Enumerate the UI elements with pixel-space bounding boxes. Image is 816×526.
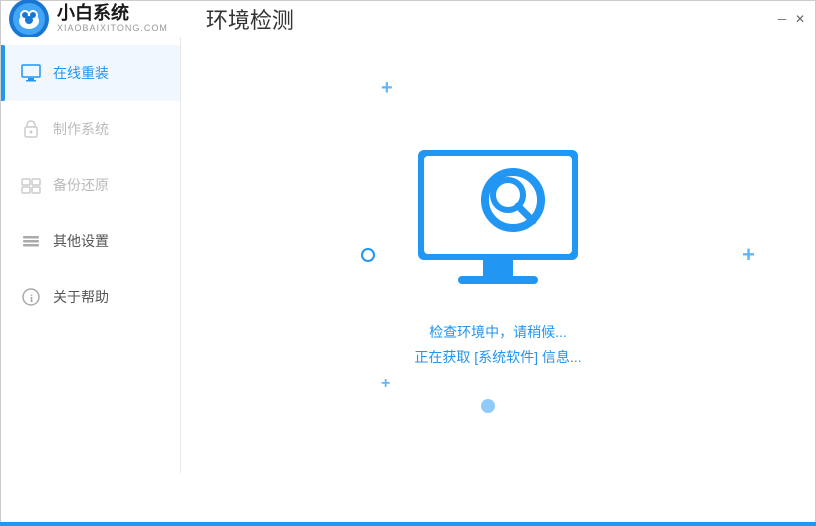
sidebar-label-other-settings: 其他设置 [53, 231, 109, 251]
monitor-illustration [398, 140, 598, 300]
backup-icon [21, 175, 41, 195]
main-layout: 在线重装 制作系统 备份还原 [1, 37, 815, 473]
sidebar-label-backup-restore: 备份还原 [53, 175, 109, 195]
sidebar-item-backup-restore: 备份还原 [1, 157, 180, 213]
sidebar: 在线重装 制作系统 备份还原 [1, 37, 181, 473]
status-line-1: 检查环境中，请稍候... [414, 320, 581, 345]
sidebar-label-about-help: 关于帮助 [53, 287, 109, 307]
titlebar: 小白系统 XIAOBAIXITONG.COM 环境检测 ─ ✕ [1, 1, 815, 37]
page-title: 环境检测 [206, 3, 294, 35]
sidebar-item-online-reinstall[interactable]: 在线重装 [1, 45, 180, 101]
illustration-container: 检查环境中，请稍候... 正在获取 [系统软件] 信息... [398, 140, 598, 370]
deco-ring-1 [361, 248, 375, 262]
content-area: + + + 检查环境中，请稍候... 正在获取 [系统软件] 信息... [181, 37, 815, 473]
monitor-icon [21, 63, 41, 83]
lock-icon [21, 119, 41, 139]
logo-area: 小白系统 XIAOBAIXITONG.COM 环境检测 [1, 0, 294, 39]
sidebar-item-other-settings[interactable]: 其他设置 [1, 213, 180, 269]
bottom-accent-bar [0, 522, 816, 526]
status-text-block: 检查环境中，请稍候... 正在获取 [系统软件] 信息... [414, 320, 581, 370]
deco-plus-3: + [742, 242, 755, 268]
minimize-button[interactable]: ─ [775, 12, 789, 26]
logo-text: 小白系统 XIAOBAIXITONG.COM [57, 4, 168, 34]
app-url: XIAOBAIXITONG.COM [57, 24, 168, 34]
settings-icon [21, 231, 41, 251]
window-controls: ─ ✕ [775, 12, 807, 26]
deco-dot-1 [481, 399, 495, 413]
info-icon: i [21, 287, 41, 307]
app-logo [9, 0, 49, 39]
sidebar-label-make-system: 制作系统 [53, 119, 109, 139]
app-name: 小白系统 [57, 4, 168, 24]
deco-plus-2: + [381, 375, 390, 393]
close-button[interactable]: ✕ [793, 12, 807, 26]
status-line-2: 正在获取 [系统软件] 信息... [414, 345, 581, 370]
deco-plus-1: + [381, 77, 393, 100]
sidebar-item-make-system: 制作系统 [1, 101, 180, 157]
svg-text:i: i [30, 293, 33, 305]
sidebar-label-online-reinstall: 在线重装 [53, 63, 109, 83]
sidebar-item-about-help[interactable]: i 关于帮助 [1, 269, 180, 325]
